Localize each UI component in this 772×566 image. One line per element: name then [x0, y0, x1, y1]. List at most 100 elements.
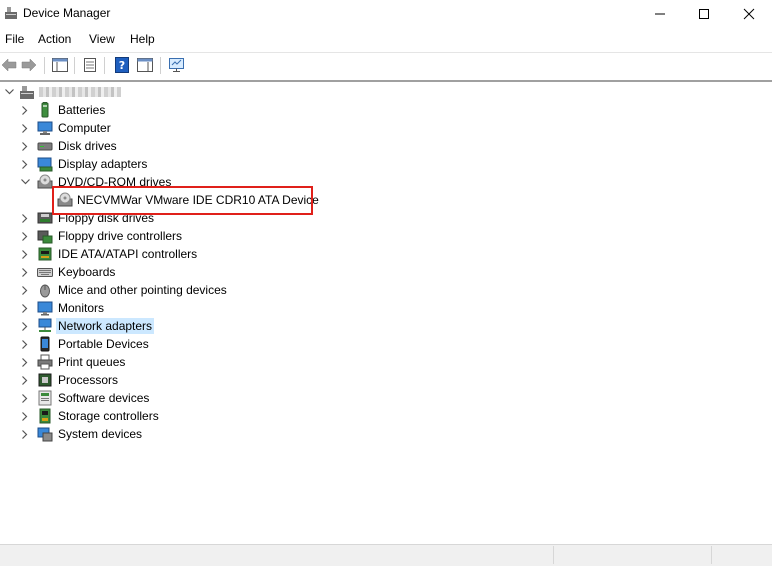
expand-chevron[interactable]: [20, 123, 30, 133]
forward-button[interactable]: [20, 56, 38, 74]
chevron-right-icon: [22, 357, 28, 367]
chevron-right-icon: [22, 339, 28, 349]
tree-item-disk-drives[interactable]: Disk drives: [56, 138, 119, 154]
help-button[interactable]: ?: [113, 56, 131, 74]
mouse-icon: [40, 284, 50, 298]
tree-item-portable-devices[interactable]: Portable Devices: [56, 336, 151, 352]
menu-help[interactable]: Help: [129, 32, 156, 46]
tree-item-processors[interactable]: Processors: [56, 372, 120, 388]
back-button[interactable]: [0, 56, 18, 74]
expand-chevron[interactable]: [20, 429, 30, 439]
chevron-right-icon: [22, 411, 28, 421]
properties-icon: [84, 58, 96, 72]
close-button[interactable]: [726, 0, 772, 28]
scan-monitor-icon: [169, 58, 184, 72]
expand-chevron[interactable]: [20, 339, 30, 349]
menu-bar: File Action View Help: [0, 30, 772, 50]
menu-action[interactable]: Action: [37, 32, 72, 46]
chevron-right-icon: [22, 105, 28, 115]
tree-item-network-adapters[interactable]: Network adapters: [56, 318, 155, 334]
toolbar-separator: [104, 57, 105, 74]
chevron-right-icon: [22, 303, 28, 313]
expand-chevron[interactable]: [20, 267, 30, 277]
chevron-right-icon: [22, 231, 28, 241]
disk-drive-icon: [37, 142, 53, 151]
status-separator: [553, 546, 554, 564]
menu-file[interactable]: File: [4, 32, 25, 46]
expand-chevron[interactable]: [20, 249, 30, 259]
console-tree-icon: [52, 58, 68, 72]
tree-item-system-devices[interactable]: System devices: [56, 426, 144, 442]
tree-item-display-adapters[interactable]: Display adapters: [56, 156, 149, 172]
toolbar: ?: [0, 52, 772, 80]
tree-item-batteries[interactable]: Batteries: [56, 102, 107, 118]
back-arrow-icon: [1, 58, 17, 72]
properties-button[interactable]: [81, 56, 99, 74]
forward-arrow-icon: [21, 58, 37, 72]
show-hide-console-tree-button[interactable]: [51, 56, 69, 74]
title-bar: Device Manager: [0, 0, 772, 28]
chevron-right-icon: [22, 393, 28, 403]
tree-item-floppy-drive-controllers[interactable]: Floppy drive controllers: [56, 228, 184, 244]
expand-chevron[interactable]: [20, 303, 30, 313]
menu-view[interactable]: View: [88, 32, 116, 46]
expand-chevron[interactable]: [20, 411, 30, 421]
chevron-down-icon: [20, 179, 30, 185]
ide-controller-icon: [38, 247, 52, 261]
minimize-icon: [655, 13, 665, 15]
chevron-down-icon: [4, 89, 14, 95]
system-device-icon: [37, 427, 53, 442]
keyboard-icon: [37, 268, 53, 277]
toolbar-separator: [44, 57, 45, 74]
expand-chevron[interactable]: [20, 213, 30, 223]
expand-chevron[interactable]: [20, 375, 30, 385]
tree-item-keyboards[interactable]: Keyboards: [56, 264, 117, 280]
processor-icon: [38, 373, 52, 387]
expand-chevron[interactable]: [20, 393, 30, 403]
minimize-button[interactable]: [637, 0, 683, 28]
tree-item-computer[interactable]: Computer: [56, 120, 113, 136]
status-bar: [0, 544, 772, 566]
maximize-icon: [699, 9, 709, 19]
display-adapter-icon: [37, 157, 53, 172]
expand-chevron[interactable]: [20, 321, 30, 331]
maximize-button[interactable]: [681, 0, 727, 28]
expand-chevron[interactable]: [20, 105, 30, 115]
chevron-right-icon: [22, 213, 28, 223]
chevron-right-icon: [22, 375, 28, 385]
expand-chevron[interactable]: [20, 231, 30, 241]
scan-hardware-changes-button[interactable]: [168, 56, 186, 74]
portable-device-icon: [40, 336, 50, 352]
chevron-right-icon: [22, 429, 28, 439]
printer-icon: [37, 354, 53, 370]
expand-chevron[interactable]: [20, 159, 30, 169]
chevron-right-icon: [22, 141, 28, 151]
device-manager-app-icon: [5, 7, 17, 19]
tree-item-storage-controllers[interactable]: Storage controllers: [56, 408, 161, 424]
floppy-disk-icon: [37, 212, 53, 224]
chevron-right-icon: [22, 321, 28, 331]
tree-item-mice-and-other-pointing-devices[interactable]: Mice and other pointing devices: [56, 282, 229, 298]
expand-chevron[interactable]: [20, 357, 30, 367]
tree-item-monitors[interactable]: Monitors: [56, 300, 106, 316]
action-pane-button[interactable]: [136, 56, 154, 74]
close-icon: [743, 8, 755, 20]
computer-name-redacted: [39, 87, 121, 97]
software-device-icon: [38, 390, 52, 406]
root-collapse-chevron[interactable]: [4, 87, 14, 97]
battery-icon: [41, 102, 49, 118]
help-icon: ?: [115, 57, 129, 73]
toolbar-separator: [74, 57, 75, 74]
collapse-chevron[interactable]: [20, 177, 30, 187]
dvd-drive-icon: [37, 174, 53, 189]
toolbar-separator: [160, 57, 161, 74]
computer-icon: [37, 121, 53, 135]
storage-controller-icon: [39, 408, 51, 424]
expand-chevron[interactable]: [20, 141, 30, 151]
tree-item-ide-ata-atapi-controllers[interactable]: IDE ATA/ATAPI controllers: [56, 246, 199, 262]
window-title: Device Manager: [23, 6, 111, 20]
expand-chevron[interactable]: [20, 285, 30, 295]
tree-item-print-queues[interactable]: Print queues: [56, 354, 127, 370]
tree-item-software-devices[interactable]: Software devices: [56, 390, 151, 406]
highlight-annotation: [52, 186, 313, 215]
